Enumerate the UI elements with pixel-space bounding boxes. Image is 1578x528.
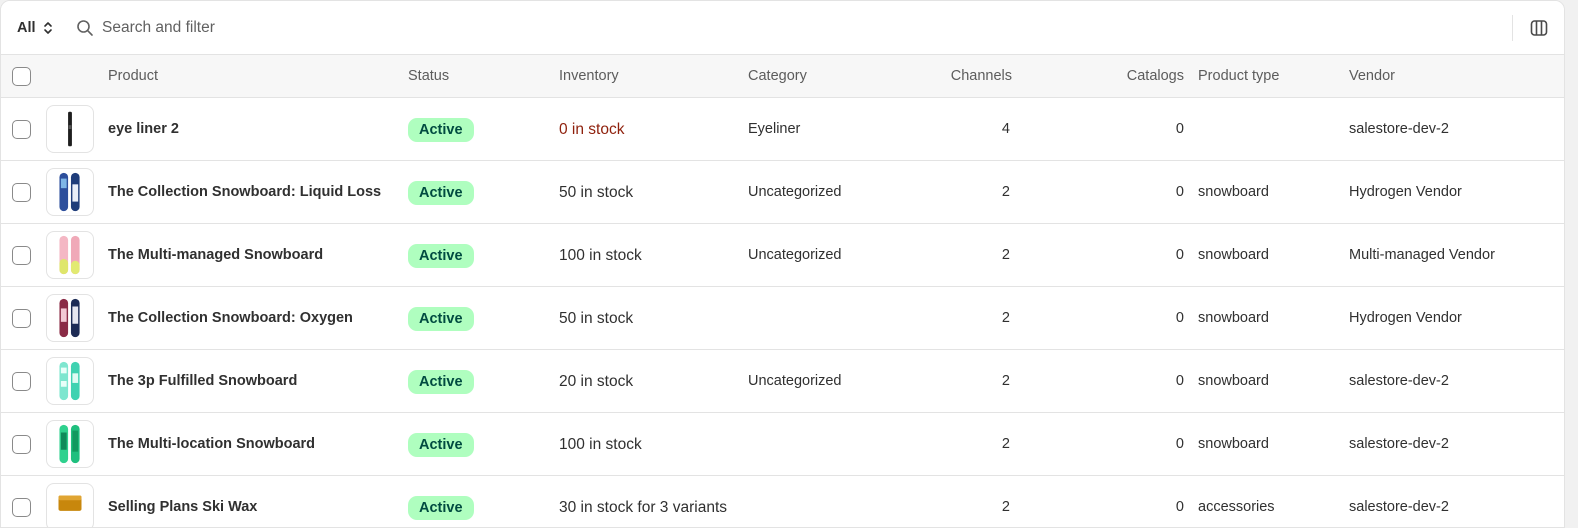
product-name-link[interactable]: The Collection Snowboard: Liquid Loss	[108, 161, 381, 224]
catalogs-cell: 0	[1175, 184, 1184, 200]
column-header-vendor[interactable]: Vendor	[1349, 55, 1395, 98]
category-cell: Uncategorized	[748, 373, 842, 389]
product-name-link[interactable]: eye liner 2	[108, 98, 179, 161]
status-badge: Active	[408, 181, 474, 205]
channels-cell: 2	[1001, 310, 1010, 326]
row-checkbox[interactable]	[12, 183, 31, 202]
product-thumbnail[interactable]	[46, 357, 94, 405]
table-row[interactable]: The 3p Fulfilled Snowboard Active 20 in …	[1, 350, 1564, 413]
column-header-product-type[interactable]: Product type	[1198, 55, 1279, 98]
product-type-cell: snowboard	[1198, 184, 1269, 200]
table-row[interactable]: The Collection Snowboard: Oxygen Active …	[1, 287, 1564, 350]
search-icon	[77, 20, 93, 36]
column-header-channels[interactable]: Channels	[901, 55, 1012, 98]
row-checkbox[interactable]	[12, 498, 31, 517]
column-header-product[interactable]: Product	[108, 55, 158, 98]
column-header-catalogs[interactable]: Catalogs	[1071, 55, 1184, 98]
status-badge: Active	[408, 118, 474, 142]
row-checkbox[interactable]	[12, 435, 31, 454]
row-checkbox[interactable]	[12, 120, 31, 139]
inventory-cell: 30 in stock for 3 variants	[559, 499, 727, 516]
catalogs-cell: 0	[1175, 436, 1184, 452]
inventory-cell: 100 in stock	[559, 436, 642, 453]
vendor-cell: salestore-dev-2	[1349, 373, 1449, 389]
product-type-cell: snowboard	[1198, 373, 1269, 389]
catalogs-cell: 0	[1175, 499, 1184, 515]
category-cell: Eyeliner	[748, 121, 801, 137]
column-header-inventory[interactable]: Inventory	[559, 55, 619, 98]
column-header-category[interactable]: Category	[748, 55, 807, 98]
product-thumbnail[interactable]	[46, 168, 94, 216]
product-type-cell: snowboard	[1198, 247, 1269, 263]
column-header-status[interactable]: Status	[408, 55, 449, 98]
product-name-link[interactable]: The Multi-location Snowboard	[108, 413, 315, 476]
status-badge: Active	[408, 244, 474, 268]
search-placeholder: Search and filter	[102, 19, 215, 36]
table-row[interactable]: eye liner 2 Active 0 in stock Eyeliner 4…	[1, 98, 1564, 161]
channels-cell: 2	[1001, 247, 1010, 263]
catalogs-cell: 0	[1175, 310, 1184, 326]
catalogs-cell: 0	[1175, 373, 1184, 389]
table-row[interactable]: The Multi-location Snowboard Active 100 …	[1, 413, 1564, 476]
columns-button[interactable]	[1527, 16, 1551, 40]
view-selector-label: All	[17, 20, 36, 36]
inventory-cell: 100 in stock	[559, 247, 642, 264]
vendor-cell: Multi-managed Vendor	[1349, 247, 1495, 263]
vendor-cell: Hydrogen Vendor	[1349, 184, 1462, 200]
row-checkbox[interactable]	[12, 372, 31, 391]
status-badge: Active	[408, 370, 474, 394]
columns-icon	[1530, 20, 1548, 36]
product-name-link[interactable]: The Collection Snowboard: Oxygen	[108, 287, 353, 350]
channels-cell: 4	[1001, 121, 1010, 137]
inventory-cell: 50 in stock	[559, 310, 634, 327]
row-checkbox[interactable]	[12, 309, 31, 328]
catalogs-cell: 0	[1175, 121, 1184, 137]
table-row[interactable]: Selling Plans Ski Wax Active 30 in stock…	[1, 476, 1564, 527]
toolbar-divider	[1512, 15, 1513, 41]
product-thumbnail[interactable]	[46, 231, 94, 279]
inventory-cell: 20 in stock	[559, 373, 634, 390]
inventory-cell: 50 in stock	[559, 184, 634, 201]
product-thumbnail[interactable]	[46, 105, 94, 153]
view-selector[interactable]: All	[17, 18, 53, 38]
status-badge: Active	[408, 307, 474, 331]
table-toolbar: All Search and filter	[1, 1, 1564, 55]
table-row[interactable]: The Collection Snowboard: Liquid Loss Ac…	[1, 161, 1564, 224]
product-type-cell: snowboard	[1198, 436, 1269, 452]
product-name-link[interactable]: Selling Plans Ski Wax	[108, 476, 257, 527]
search-filter-field[interactable]: Search and filter	[76, 16, 215, 40]
chevron-up-down-icon	[43, 22, 52, 34]
row-checkbox[interactable]	[12, 246, 31, 265]
status-badge: Active	[408, 433, 474, 457]
product-name-link[interactable]: The Multi-managed Snowboard	[108, 224, 323, 287]
table-header: Product Status Inventory Category Channe…	[1, 55, 1564, 98]
product-thumbnail[interactable]	[46, 294, 94, 342]
status-badge: Active	[408, 496, 474, 520]
vendor-cell: Hydrogen Vendor	[1349, 310, 1462, 326]
product-thumbnail[interactable]	[46, 483, 94, 527]
vendor-cell: salestore-dev-2	[1349, 121, 1449, 137]
category-cell: Uncategorized	[748, 184, 842, 200]
channels-cell: 2	[1001, 184, 1010, 200]
products-table-card: All Search and filter Product Status Inv…	[0, 0, 1565, 528]
inventory-cell: 0 in stock	[559, 121, 625, 138]
category-cell: Uncategorized	[748, 247, 842, 263]
vendor-cell: salestore-dev-2	[1349, 499, 1449, 515]
channels-cell: 2	[1001, 436, 1010, 452]
vendor-cell: salestore-dev-2	[1349, 436, 1449, 452]
channels-cell: 2	[1001, 499, 1010, 515]
channels-cell: 2	[1001, 373, 1010, 389]
product-name-link[interactable]: The 3p Fulfilled Snowboard	[108, 350, 297, 413]
product-thumbnail[interactable]	[46, 420, 94, 468]
product-type-cell: snowboard	[1198, 310, 1269, 326]
catalogs-cell: 0	[1175, 247, 1184, 263]
table-row[interactable]: The Multi-managed Snowboard Active 100 i…	[1, 224, 1564, 287]
select-all-checkbox[interactable]	[12, 67, 31, 86]
product-type-cell: accessories	[1198, 499, 1275, 515]
